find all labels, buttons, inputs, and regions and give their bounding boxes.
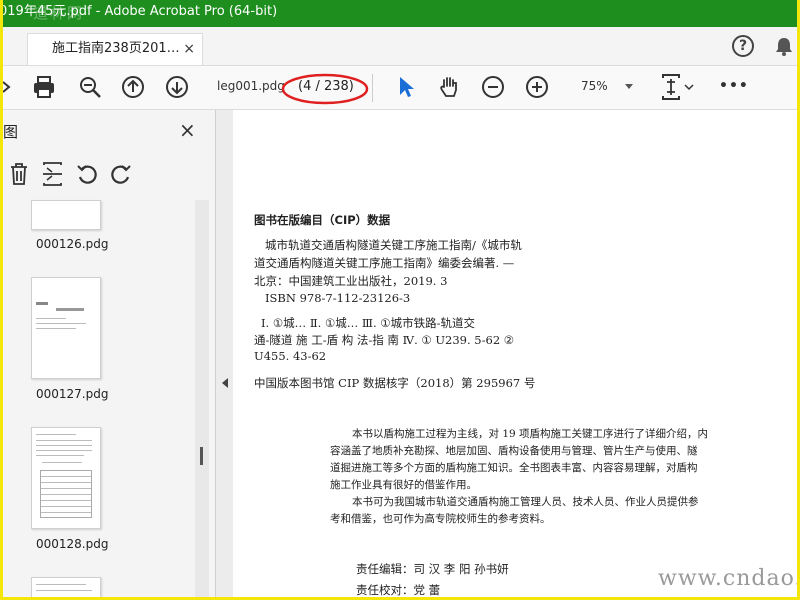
thumbnail-page-126[interactable] [31, 200, 101, 230]
zoom-out-icon[interactable] [481, 75, 505, 99]
zoom-search-icon[interactable] [78, 75, 102, 99]
site-watermark: www.cndao.com [658, 566, 797, 591]
thumbnail-page-127[interactable] [31, 277, 101, 379]
app-window: 019年45元.pdf - Adobe Acrobat Pro (64-bit)… [0, 0, 800, 600]
cip-number: 中国版本图书馆 CIP 数据核字（2018）第 295967 号 [254, 376, 536, 390]
cip-heading: 图书在版编目（CIP）数据 [254, 213, 391, 227]
title-bar: 019年45元.pdf - Adobe Acrobat Pro (64-bit) [3, 0, 797, 27]
proofreader-credit: 责任校对：党 蕾 [356, 583, 441, 597]
panel-scrollbar[interactable] [195, 200, 209, 597]
isbn: ISBN 978-7-112-23126-3 [265, 291, 411, 305]
page-number: (4 / 238) [298, 79, 354, 94]
class-text: Ⅰ. ①城… Ⅱ. ①城… Ⅲ. ①城市铁路-轨道交 [261, 316, 476, 330]
tab-close-icon[interactable]: × [183, 34, 195, 64]
intro-text: 道掘进施工等多个方面的盾构施工知识。全书图表丰富、内容容易理解，对盾构 [330, 462, 698, 474]
intro-text: 本书以盾构施工过程为主线，对 19 项盾构施工关键工序进行了详细介绍，内 [352, 428, 709, 440]
tab-label: 施工指南238页201… [52, 41, 180, 56]
rotate-right-icon[interactable] [110, 163, 132, 185]
editor-credit: 责任编辑：司 汉 李 阳 孙书妍 [356, 562, 509, 576]
top-watermark: 道林网 [33, 4, 85, 22]
filename-label: leg001.pdg [217, 79, 285, 93]
insert-page-icon[interactable] [43, 162, 63, 186]
fit-page-icon[interactable] [661, 74, 695, 100]
help-icon[interactable]: ? [732, 35, 754, 57]
page-down-icon[interactable] [165, 75, 189, 99]
class-text: 通-隧道 施 工-盾 构 法-指 南 Ⅳ. ① U239. 5-62 ② [254, 333, 515, 347]
rotate-left-icon[interactable] [76, 163, 98, 185]
intro-text: 本书可为我国城市轨道交通盾构施工管理人员、技术人员、作业人员提供参 [352, 496, 699, 508]
thumbnail-label: 000126.pdg [36, 237, 109, 251]
chevron-down-icon[interactable] [625, 84, 633, 89]
print-icon[interactable] [32, 75, 56, 99]
panel-collapse-strip[interactable] [216, 110, 233, 597]
thumbnail-label: 000127.pdg [36, 387, 109, 401]
page-up-icon[interactable] [121, 75, 145, 99]
zoom-value[interactable]: 75% [581, 79, 608, 93]
panel-close-icon[interactable]: × [179, 118, 196, 142]
intro-text: 施工作业具有很好的借鉴作用。 [330, 479, 477, 491]
thumbnail-page-128[interactable] [31, 427, 101, 529]
cip-text: 北京：中国建筑工业出版社，2019. 3 [254, 274, 448, 288]
intro-text: 考和借鉴，也可作为高专院校师生的参考资料。 [330, 513, 551, 525]
bell-icon[interactable] [774, 36, 794, 56]
class-text: U455. 43-62 [254, 349, 327, 363]
panel-title: 略图 [3, 123, 19, 141]
panel-resize-handle[interactable] [200, 447, 203, 465]
more-icon[interactable]: ••• [719, 78, 749, 94]
cip-text: 城市轨道交通盾构隧道关键工序施工指南/《城市轨 [265, 238, 522, 252]
zoom-in-icon[interactable] [525, 75, 549, 99]
collapse-arrow-icon[interactable] [222, 378, 228, 388]
hand-tool-icon[interactable] [437, 75, 461, 99]
tab-bar: 施工指南238页201… × [3, 27, 797, 66]
toolbar-divider [372, 74, 373, 102]
page-indicator[interactable]: (4 / 238) [281, 72, 369, 108]
thumbnail-page-129[interactable] [31, 577, 101, 597]
back-arrow-icon[interactable] [3, 76, 15, 98]
delete-icon[interactable] [9, 162, 29, 186]
thumbnail-label: 000128.pdg [36, 537, 109, 551]
cip-text: 道交通盾构隧道关键工序施工指南》编委会编著. — [254, 256, 515, 270]
tab-document[interactable]: 施工指南238页201… × [27, 33, 203, 65]
select-cursor-icon[interactable] [395, 75, 419, 99]
intro-text: 容涵盖了地质补充勘探、地层加固、盾构设备使用与管理、管片生产与使用、隧 [330, 445, 698, 457]
